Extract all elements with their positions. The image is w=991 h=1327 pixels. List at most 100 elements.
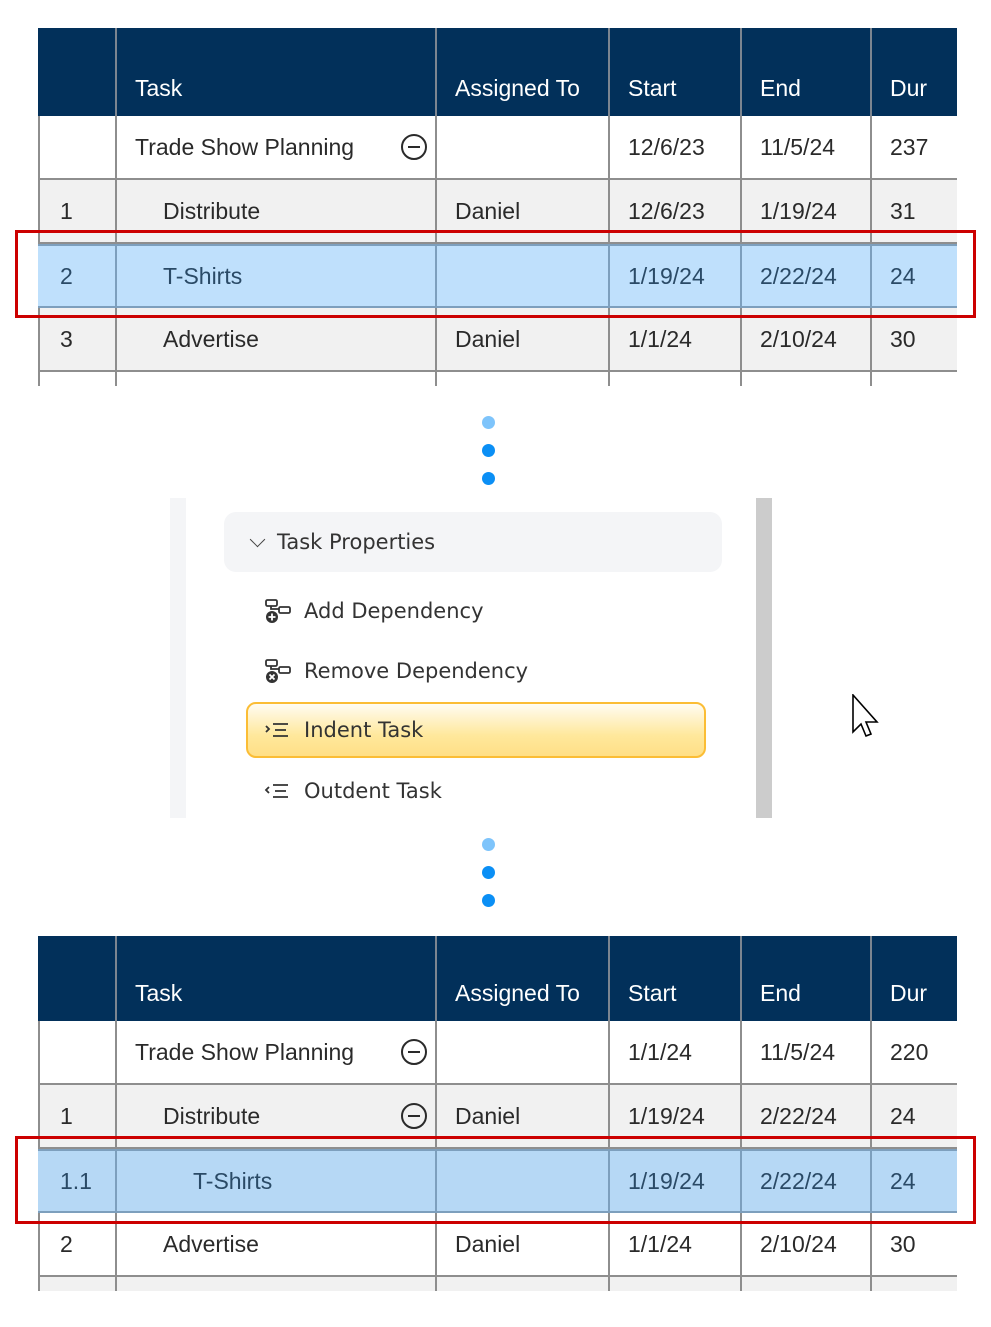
chevron-down-icon: [249, 531, 266, 547]
cell-empty: [38, 372, 117, 386]
end-date[interactable]: 2/22/24: [742, 1151, 872, 1211]
start-date[interactable]: 1/19/24: [610, 246, 742, 306]
menu-item-label: Add Dependency: [304, 599, 484, 623]
assigned-to[interactable]: [437, 1151, 610, 1211]
header-end[interactable]: End: [742, 28, 872, 116]
table-row-selected[interactable]: 2 T-Shirts 1/19/24 2/22/24 24: [38, 244, 957, 308]
table-row-selected[interactable]: 1.1 T-Shirts 1/19/24 2/22/24 24: [38, 1149, 957, 1213]
header-row-number[interactable]: [38, 28, 117, 116]
task-name[interactable]: Distribute: [117, 180, 437, 242]
header-task[interactable]: Task: [117, 28, 437, 116]
assigned-to[interactable]: [437, 1021, 610, 1083]
table-row[interactable]: 2 Advertise Daniel 1/1/24 2/10/24 30: [38, 1213, 957, 1277]
menu-item-outdent-task[interactable]: Outdent Task: [246, 763, 706, 819]
dot: [482, 472, 495, 485]
task-properties-panel: Task Properties Add Dependency Remove De…: [170, 498, 772, 818]
collapse-icon[interactable]: [401, 1039, 427, 1065]
menu-item-label: Indent Task: [304, 718, 424, 742]
end-date[interactable]: 1/19/24: [742, 180, 872, 242]
section-title: Task Properties: [277, 530, 436, 554]
table-row-partial: [38, 1277, 957, 1291]
remove-dependency-icon: [265, 659, 291, 683]
assigned-to[interactable]: Daniel: [437, 180, 610, 242]
start-date[interactable]: 1/19/24: [610, 1151, 742, 1211]
table-row[interactable]: Trade Show Planning 12/6/23 11/5/24 237: [38, 116, 957, 180]
start-date[interactable]: 1/1/24: [610, 1021, 742, 1083]
header-row-number[interactable]: [38, 936, 117, 1021]
assigned-to[interactable]: [437, 116, 610, 178]
menu-item-remove-dependency[interactable]: Remove Dependency: [246, 643, 706, 699]
task-name[interactable]: Advertise: [117, 1213, 437, 1275]
cell-empty: [117, 372, 437, 386]
duration[interactable]: 31: [872, 180, 957, 242]
header-start[interactable]: Start: [610, 28, 742, 116]
end-date[interactable]: 2/22/24: [742, 246, 872, 306]
panel-scrollbar[interactable]: [756, 498, 772, 818]
header-assigned-to[interactable]: Assigned To: [437, 28, 610, 116]
start-date[interactable]: 1/19/24: [610, 1085, 742, 1147]
indent-icon: [265, 723, 288, 737]
grid-header: Task Assigned To Start End Dur: [38, 28, 957, 116]
collapse-icon[interactable]: [401, 134, 427, 160]
dot: [482, 416, 495, 429]
task-name[interactable]: Distribute: [117, 1085, 437, 1147]
duration[interactable]: 24: [872, 1151, 957, 1211]
start-date[interactable]: 1/1/24: [610, 1213, 742, 1275]
start-date[interactable]: 12/6/23: [610, 180, 742, 242]
table-row[interactable]: Trade Show Planning 1/1/24 11/5/24 220: [38, 1021, 957, 1085]
header-end[interactable]: End: [742, 936, 872, 1021]
panel-left-strip: [170, 498, 186, 818]
row-number: 1: [38, 180, 117, 242]
duration[interactable]: 220: [872, 1021, 957, 1083]
table-row[interactable]: 3 Advertise Daniel 1/1/24 2/10/24 30: [38, 308, 957, 372]
cell-empty: [610, 1277, 742, 1291]
assigned-to[interactable]: Daniel: [437, 1085, 610, 1147]
duration[interactable]: 24: [872, 1085, 957, 1147]
cell-empty: [437, 1277, 610, 1291]
grid-header: Task Assigned To Start End Dur: [38, 936, 957, 1021]
end-date[interactable]: 2/22/24: [742, 1085, 872, 1147]
menu-item-label: Remove Dependency: [304, 659, 529, 683]
end-date[interactable]: 2/10/24: [742, 1213, 872, 1275]
cell-empty: [437, 372, 610, 386]
table-row[interactable]: 1 Distribute Daniel 12/6/23 1/19/24 31: [38, 180, 957, 244]
end-date[interactable]: 2/10/24: [742, 308, 872, 370]
duration[interactable]: 30: [872, 1213, 957, 1275]
assigned-to[interactable]: Daniel: [437, 1213, 610, 1275]
task-name[interactable]: Advertise: [117, 308, 437, 370]
header-task[interactable]: Task: [117, 936, 437, 1021]
task-name[interactable]: T-Shirts: [117, 1151, 437, 1211]
task-grid-before: Task Assigned To Start End Dur Trade Sho…: [38, 28, 957, 386]
table-row[interactable]: 1 Distribute Daniel 1/19/24 2/22/24 24: [38, 1085, 957, 1149]
header-duration[interactable]: Dur: [872, 936, 957, 1021]
task-properties-section-header[interactable]: Task Properties: [224, 512, 722, 572]
duration[interactable]: 237: [872, 116, 957, 178]
collapse-icon[interactable]: [401, 1103, 427, 1129]
row-number: [38, 1021, 117, 1083]
step-dots: [482, 838, 496, 922]
task-name[interactable]: T-Shirts: [117, 246, 437, 306]
end-date[interactable]: 11/5/24: [742, 116, 872, 178]
cell-empty: [742, 372, 872, 386]
task-name[interactable]: Trade Show Planning: [117, 1021, 437, 1083]
header-assigned-to[interactable]: Assigned To: [437, 936, 610, 1021]
cell-empty: [117, 1277, 437, 1291]
header-start[interactable]: Start: [610, 936, 742, 1021]
task-name[interactable]: Trade Show Planning: [117, 116, 437, 178]
duration[interactable]: 30: [872, 308, 957, 370]
start-date[interactable]: 1/1/24: [610, 308, 742, 370]
mouse-cursor-icon: [852, 694, 879, 738]
end-date[interactable]: 11/5/24: [742, 1021, 872, 1083]
dot: [482, 866, 495, 879]
assigned-to[interactable]: Daniel: [437, 308, 610, 370]
assigned-to[interactable]: [437, 246, 610, 306]
header-duration[interactable]: Dur: [872, 28, 957, 116]
row-number: [38, 116, 117, 178]
menu-item-indent-task[interactable]: Indent Task: [246, 702, 706, 758]
cell-empty: [742, 1277, 872, 1291]
start-date[interactable]: 12/6/23: [610, 116, 742, 178]
task-name-text: Trade Show Planning: [135, 1038, 355, 1065]
duration[interactable]: 24: [872, 246, 957, 306]
dot: [482, 838, 495, 851]
menu-item-add-dependency[interactable]: Add Dependency: [246, 583, 706, 639]
